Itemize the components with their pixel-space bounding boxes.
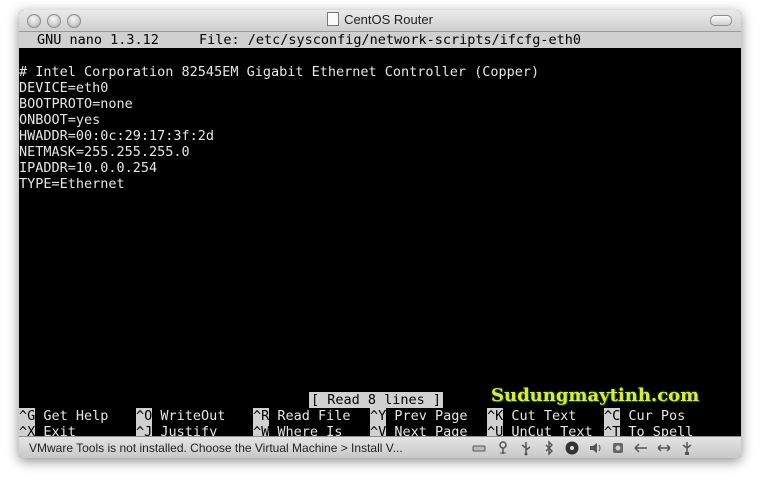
nano-header: GNU nano 1.3.12 File: /etc/sysconfig/net… xyxy=(19,32,741,48)
shortcut-label: WriteOut xyxy=(160,408,226,424)
watermark-logo: Sudungmaytinh.com xyxy=(491,385,700,406)
toolbar-toggle-button[interactable] xyxy=(710,15,732,26)
file-content[interactable]: # Intel Corporation 82545EM Gigabit Ethe… xyxy=(19,64,539,192)
terminal-screen[interactable]: GNU nano 1.3.12 File: /etc/sysconfig/net… xyxy=(19,32,741,440)
shortcut-label: Get Help xyxy=(43,408,109,424)
file-line: IPADDR=10.0.0.254 xyxy=(19,160,158,176)
bluetooth-icon[interactable] xyxy=(541,440,557,456)
shortcut-writeout[interactable]: ^O WriteOut xyxy=(136,408,225,424)
sound-icon[interactable] xyxy=(587,440,603,456)
vmware-tools-message[interactable]: VMware Tools is not installed. Choose th… xyxy=(29,441,403,455)
file-line: HWADDR=00:0c:29:17:3f:2d xyxy=(19,128,215,144)
shortcut-prev-page[interactable]: ^Y Prev Page xyxy=(370,408,468,424)
shortcut-key: ^R xyxy=(253,408,270,424)
shortcut-get-help[interactable]: ^G Get Help xyxy=(19,408,108,424)
usb-device-icon[interactable] xyxy=(518,440,534,456)
nano-file-path: File: /etc/sysconfig/network-scripts/ifc… xyxy=(199,32,582,48)
usb-icon[interactable] xyxy=(495,440,511,456)
window-title-group: CentOS Router xyxy=(19,12,741,27)
window-title: CentOS Router xyxy=(344,12,433,27)
shortcut-key: ^O xyxy=(136,408,153,424)
title-bar[interactable]: CentOS Router xyxy=(19,10,741,32)
file-line: # Intel Corporation 82545EM Gigabit Ethe… xyxy=(19,64,540,80)
network-right-icon[interactable] xyxy=(656,440,672,456)
shortcut-key: ^Y xyxy=(370,408,387,424)
file-line: NETMASK=255.255.255.0 xyxy=(19,144,190,160)
shortcut-key: ^G xyxy=(19,408,36,424)
file-line: TYPE=Ethernet xyxy=(19,176,125,192)
shortcut-label: Read File xyxy=(277,408,351,424)
vmware-status-bar: VMware Tools is not installed. Choose th… xyxy=(19,436,741,458)
file-line: DEVICE=eth0 xyxy=(19,80,109,96)
camera-icon[interactable] xyxy=(610,440,626,456)
file-line: BOOTPROTO=none xyxy=(19,96,133,112)
shortcut-key: ^C xyxy=(604,408,621,424)
printer-icon[interactable] xyxy=(679,440,695,456)
shortcut-label: Cut Text xyxy=(511,408,577,424)
shortcut-row-1: ^G Get Help ^O WriteOut ^R Read File ^Y … xyxy=(19,408,741,424)
shortcut-read-file[interactable]: ^R Read File xyxy=(253,408,351,424)
shortcut-label: Prev Page xyxy=(394,408,468,424)
document-icon xyxy=(327,12,340,26)
shortcut-label: Cur Pos xyxy=(628,408,686,424)
nano-version: GNU nano 1.3.12 xyxy=(37,32,159,48)
cd-dvd-icon[interactable] xyxy=(564,440,580,456)
nano-status-message: [ Read 8 lines ] xyxy=(309,392,444,408)
vm-window: CentOS Router GNU nano 1.3.12 File: /etc… xyxy=(19,10,741,458)
hard-disk-icon[interactable] xyxy=(471,440,487,456)
file-line: ONBOOT=yes xyxy=(19,112,101,128)
shortcut-cut-text[interactable]: ^K Cut Text xyxy=(487,408,576,424)
network-left-icon[interactable] xyxy=(633,440,649,456)
shortcut-key: ^K xyxy=(487,408,504,424)
shortcut-cur-pos[interactable]: ^C Cur Pos xyxy=(604,408,685,424)
